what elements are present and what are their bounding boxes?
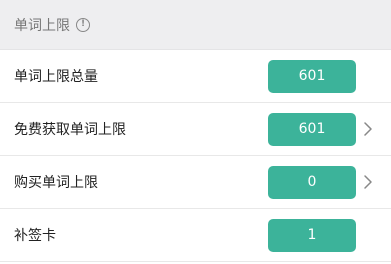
value-badge: 601 xyxy=(268,59,356,93)
info-circle-icon[interactable]: ! xyxy=(76,17,90,32)
section-title: 单词上限 xyxy=(14,17,70,34)
row-label: 免费获取单词上限 xyxy=(14,122,126,138)
row-label: 补签卡 xyxy=(14,228,56,244)
chevron-right-icon xyxy=(364,122,372,136)
row-total-limit: 单词上限总量 601 xyxy=(0,50,391,103)
row-purchased-limit[interactable]: 购买单词上限 0 xyxy=(0,156,391,209)
row-label: 单词上限总量 xyxy=(14,69,98,85)
row-makeup-card: 补签卡 1 xyxy=(0,209,391,262)
row-free-limit[interactable]: 免费获取单词上限 601 xyxy=(0,103,391,156)
value-badge: 1 xyxy=(268,218,356,252)
chevron-right-icon xyxy=(364,175,372,189)
row-label: 购买单词上限 xyxy=(14,175,98,191)
section-header: 单词上限 ! xyxy=(0,0,391,50)
value-badge: 601 xyxy=(268,112,356,146)
value-badge: 0 xyxy=(268,165,356,199)
